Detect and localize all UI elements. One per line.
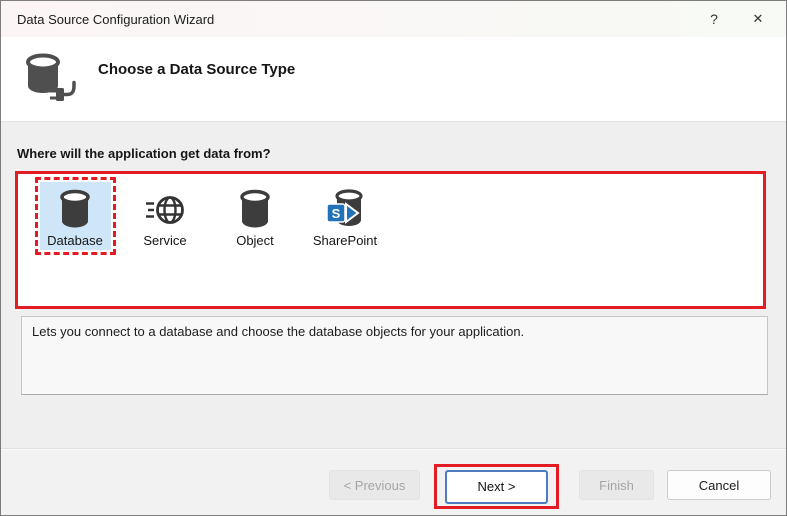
source-item-label: Object: [236, 233, 274, 248]
object-tile[interactable]: Object: [220, 182, 291, 250]
close-button[interactable]: ✕: [736, 1, 780, 37]
page-title: Choose a Data Source Type: [98, 61, 295, 78]
next-button[interactable]: Next >: [445, 470, 548, 504]
source-item-sharepoint[interactable]: S SharePoint: [300, 177, 390, 255]
finish-button[interactable]: Finish: [579, 470, 654, 500]
source-item-object[interactable]: Object: [210, 177, 300, 255]
database-tile[interactable]: Database: [40, 182, 111, 250]
source-item-service[interactable]: Service: [120, 177, 210, 255]
cancel-button[interactable]: Cancel: [667, 470, 771, 500]
data-source-configuration-wizard-dialog: Data Source Configuration Wizard ? ✕ Cho…: [0, 0, 787, 516]
data-source-items: Database: [30, 177, 763, 255]
wizard-footer: < Previous Next > Finish Cancel: [1, 449, 786, 516]
database-plug-icon: [20, 50, 78, 113]
data-source-list: Database: [15, 171, 766, 309]
svg-text:S: S: [332, 206, 341, 221]
web-service-globe-icon: [144, 186, 186, 230]
window-title: Data Source Configuration Wizard: [1, 12, 692, 27]
source-item-label: SharePoint: [313, 233, 377, 248]
close-icon: ✕: [753, 11, 764, 27]
database-cylinder-icon: [57, 186, 93, 230]
help-icon: ?: [710, 11, 718, 27]
titlebar: Data Source Configuration Wizard ? ✕: [1, 1, 786, 37]
sharepoint-icon: S: [323, 186, 367, 230]
sharepoint-tile[interactable]: S SharePoint: [308, 182, 382, 250]
source-item-label: Service: [143, 233, 186, 248]
source-item-label: Database: [47, 233, 103, 248]
service-tile[interactable]: Service: [130, 182, 201, 250]
help-button[interactable]: ?: [692, 1, 736, 37]
wizard-header: Choose a Data Source Type: [1, 37, 786, 122]
previous-button[interactable]: < Previous: [329, 470, 420, 500]
source-item-database[interactable]: Database: [30, 177, 120, 255]
description-panel: Lets you connect to a database and choos…: [21, 316, 768, 395]
description-text: Lets you connect to a database and choos…: [32, 324, 524, 339]
question-label: Where will the application get data from…: [17, 146, 271, 161]
next-button-annotation: Next >: [434, 464, 559, 509]
object-cylinder-icon: [237, 186, 273, 230]
database-selection-annotation: Database: [35, 177, 116, 255]
